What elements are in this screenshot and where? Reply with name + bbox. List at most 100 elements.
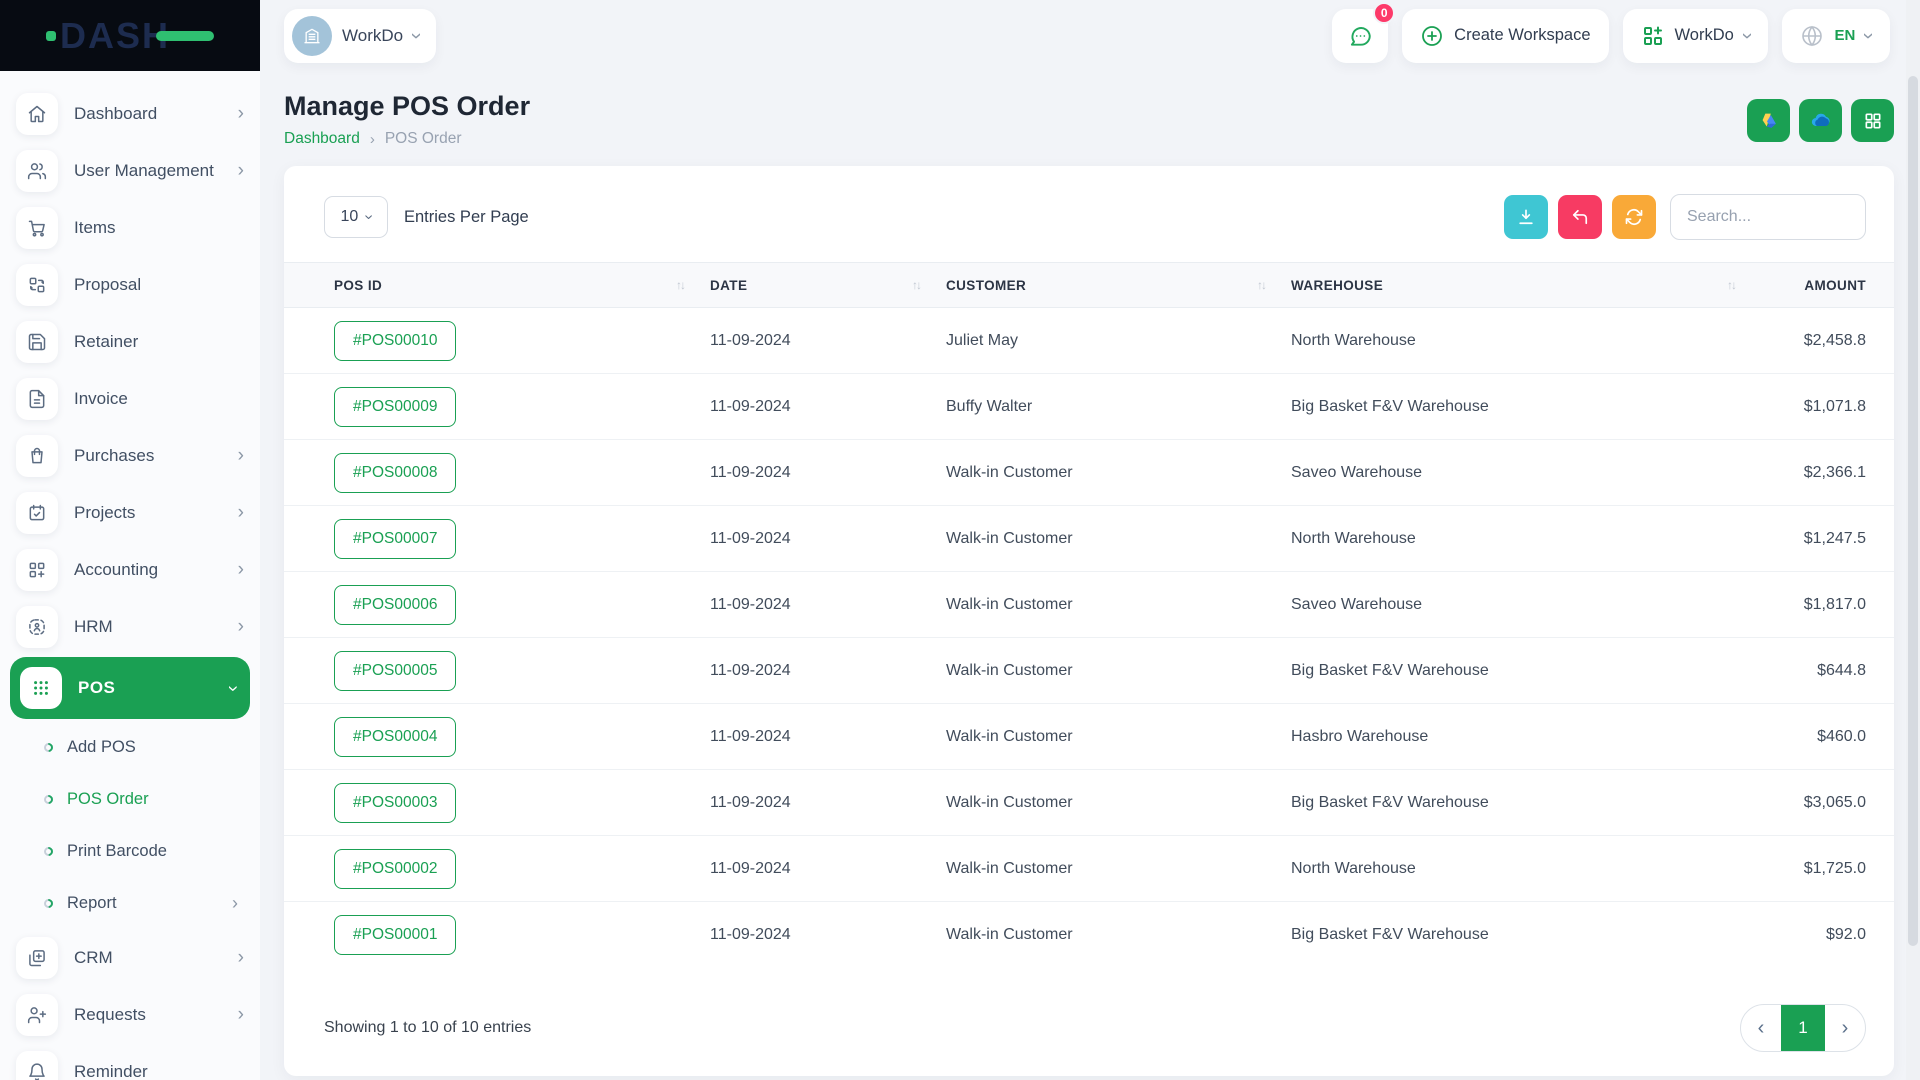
next-page-button[interactable]: › [1825,1004,1865,1052]
amount-cell: $2,366.1 [1761,464,1866,482]
date-cell: 11-09-2024 [710,464,946,482]
chevron-right-icon: › [232,894,238,912]
chevron-right-icon: › [238,104,244,123]
pos-id-badge[interactable]: #POS00007 [334,519,456,559]
sidebar-item-reminder[interactable]: Reminder [0,1043,260,1080]
sidebar-item-dashboard[interactable]: Dashboard › [0,85,260,142]
column-header-warehouse[interactable]: WAREHOUSE ↑↓ [1291,278,1761,293]
refresh-button[interactable] [1612,195,1656,239]
pos-id-badge[interactable]: #POS00004 [334,717,456,757]
breadcrumb-current: POS Order [385,130,462,148]
sidebar-subitem-report[interactable]: Report › [0,877,260,929]
pos-id-badge[interactable]: #POS00009 [334,387,456,427]
sidebar-item-user-management[interactable]: User Management › [0,142,260,199]
page-1-button[interactable]: 1 [1781,1004,1825,1052]
customer-cell: Walk-in Customer [946,530,1291,548]
sidebar-item-projects[interactable]: Projects › [0,484,260,541]
sidebar-item-crm[interactable]: CRM › [0,929,260,986]
sidebar-item-purchases[interactable]: Purchases › [0,427,260,484]
app-menu-button[interactable]: WorkDo › [1623,9,1769,63]
language-selector[interactable]: EN › [1782,9,1890,63]
chevron-down-icon: › [223,685,242,691]
sidebar-item-label: Requests [74,1005,146,1025]
table-row: #POS00002 11-09-2024 Walk-in Customer No… [284,836,1894,902]
chevron-right-icon: › [238,560,244,579]
column-header-amount[interactable]: AMOUNT [1761,278,1866,293]
entries-per-page-select[interactable]: 10 › [324,196,388,238]
sidebar-item-retainer[interactable]: Retainer [0,313,260,370]
export-button[interactable] [1504,195,1548,239]
google-drive-button[interactable] [1747,99,1790,142]
onedrive-button[interactable] [1799,99,1842,142]
search-input[interactable] [1670,194,1866,240]
pos-id-badge[interactable]: #POS00006 [334,585,456,625]
sidebar-item-label: POS [78,678,115,698]
pos-id-badge[interactable]: #POS00001 [334,915,456,955]
column-header-customer[interactable]: CUSTOMER ↑↓ [946,278,1291,293]
sidebar-subitem-add-pos[interactable]: Add POS [0,721,260,773]
logo-dot-icon [46,31,56,41]
prev-page-button[interactable]: ‹ [1741,1004,1781,1052]
messages-button[interactable]: 0 [1332,9,1388,63]
pos-id-badge[interactable]: #POS00005 [334,651,456,691]
bell-icon [16,1051,58,1080]
sidebar-item-label: Projects [74,503,135,523]
column-header-date[interactable]: DATE ↑↓ [710,278,946,293]
table-row: #POS00005 11-09-2024 Walk-in Customer Bi… [284,638,1894,704]
sidebar-item-items[interactable]: Items [0,199,260,256]
sidebar-item-hrm[interactable]: HRM › [0,598,260,655]
topbar: DASH WorkDo › 0 Create Workspace [0,0,1920,71]
workspace-selector[interactable]: WorkDo › [284,9,436,63]
app-menu-label: WorkDo [1675,26,1734,45]
reset-button[interactable] [1558,195,1602,239]
sidebar-subitem-pos-order[interactable]: POS Order [0,773,260,825]
scrollbar[interactable] [1906,0,1920,1080]
sidebar-item-pos[interactable]: POS › [10,657,250,719]
breadcrumb-dashboard-link[interactable]: Dashboard [284,130,360,148]
sidebar-item-label: User Management [74,161,214,181]
sort-icon[interactable]: ↑↓ [676,278,684,292]
warehouse-cell: North Warehouse [1291,332,1761,350]
pos-id-badge[interactable]: #POS00002 [334,849,456,889]
language-label: EN [1834,27,1855,44]
quick-actions [1747,99,1894,142]
warehouse-cell: Big Basket F&V Warehouse [1291,662,1761,680]
logo-dash-icon [156,31,214,41]
sidebar-subitem-print-barcode[interactable]: Print Barcode [0,825,260,877]
sidebar-item-proposal[interactable]: Proposal [0,256,260,313]
amount-cell: $460.0 [1761,728,1866,746]
globe-icon [1800,24,1824,48]
pos-id-badge[interactable]: #POS00003 [334,783,456,823]
dash-logo[interactable]: DASH [46,15,214,57]
sidebar-item-label: Purchases [74,446,154,466]
scrollbar-thumb[interactable] [1908,76,1918,946]
create-workspace-button[interactable]: Create Workspace [1402,9,1608,63]
warehouse-cell: North Warehouse [1291,860,1761,878]
chevron-down-icon: › [1737,32,1757,39]
chevron-right-icon: › [238,161,244,180]
customer-cell: Walk-in Customer [946,464,1291,482]
logo-block: DASH [0,0,260,71]
customer-cell: Buffy Walter [946,398,1291,416]
pos-id-badge[interactable]: #POS00008 [334,453,456,493]
sidebar-item-label: CRM [74,948,113,968]
entries-per-page-value: 10 [340,208,358,226]
pos-id-badge[interactable]: #POS00010 [334,321,456,361]
sidebar-item-invoice[interactable]: Invoice [0,370,260,427]
bullet-icon [42,845,55,858]
date-cell: 11-09-2024 [710,530,946,548]
sort-icon[interactable]: ↑↓ [912,278,920,292]
user-plus-icon [16,994,58,1036]
sort-icon[interactable]: ↑↓ [1257,278,1265,292]
grid-view-button[interactable] [1851,99,1894,142]
building-icon [302,26,322,46]
sort-icon[interactable]: ↑↓ [1727,278,1735,292]
column-header-pos-id[interactable]: POS ID ↑↓ [334,278,710,293]
users-icon [16,150,58,192]
sidebar: Dashboard › User Management › Items Prop… [0,71,260,1080]
workspace-label: WorkDo [342,26,403,46]
sidebar-item-requests[interactable]: Requests › [0,986,260,1043]
date-cell: 11-09-2024 [710,926,946,944]
sidebar-item-accounting[interactable]: Accounting › [0,541,260,598]
warehouse-cell: Big Basket F&V Warehouse [1291,398,1761,416]
